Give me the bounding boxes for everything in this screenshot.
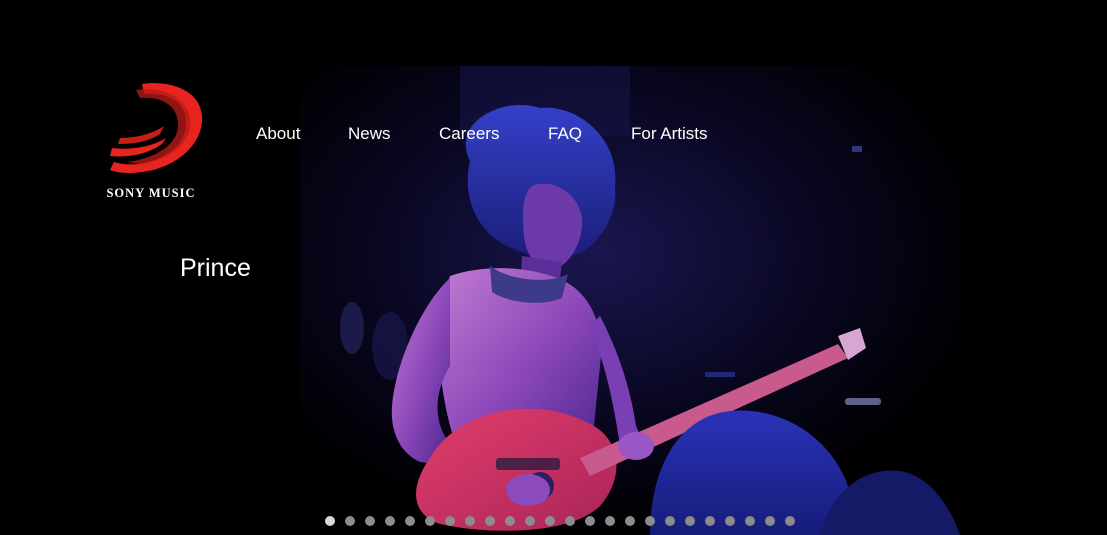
carousel-dot[interactable] (785, 516, 795, 526)
nav-item-careers: Careers (439, 124, 548, 144)
carousel-pagination (325, 516, 795, 526)
nav-link-careers[interactable]: Careers (439, 124, 548, 144)
carousel-dot[interactable] (705, 516, 715, 526)
carousel-dot[interactable] (445, 516, 455, 526)
carousel-dot[interactable] (745, 516, 755, 526)
carousel-dot[interactable] (365, 516, 375, 526)
nav-item-about: About (256, 124, 348, 144)
nav-item-for-artists: For Artists (631, 124, 731, 144)
nav-item-news: News (348, 124, 439, 144)
logo-text: SONY MUSIC (106, 186, 196, 200)
nav-link-for-artists[interactable]: For Artists (631, 124, 731, 144)
carousel-dot[interactable] (465, 516, 475, 526)
carousel-dot[interactable] (665, 516, 675, 526)
carousel-dot[interactable] (385, 516, 395, 526)
carousel-dot[interactable] (425, 516, 435, 526)
carousel-dot[interactable] (765, 516, 775, 526)
sony-music-brush-icon (110, 83, 203, 174)
carousel-dot[interactable] (605, 516, 615, 526)
carousel-dot[interactable] (485, 516, 495, 526)
carousel-dot[interactable] (505, 516, 515, 526)
carousel-dot[interactable] (565, 516, 575, 526)
page: SONY MUSIC About News Careers FAQ For Ar… (0, 0, 1107, 535)
hero-artist-name[interactable]: Prince (180, 254, 251, 283)
nav-link-news[interactable]: News (348, 124, 439, 144)
carousel-dot[interactable] (325, 516, 335, 526)
carousel-dot[interactable] (645, 516, 655, 526)
carousel-dot[interactable] (725, 516, 735, 526)
carousel-dot[interactable] (545, 516, 555, 526)
carousel-dot[interactable] (685, 516, 695, 526)
carousel-dot[interactable] (585, 516, 595, 526)
nav-link-faq[interactable]: FAQ (548, 124, 631, 144)
nav-item-faq: FAQ (548, 124, 631, 144)
carousel-dot[interactable] (405, 516, 415, 526)
carousel-dot[interactable] (525, 516, 535, 526)
nav-link-about[interactable]: About (256, 124, 348, 144)
carousel-dot[interactable] (625, 516, 635, 526)
main-nav: About News Careers FAQ For Artists (256, 124, 731, 144)
carousel-dot[interactable] (345, 516, 355, 526)
sony-music-logo[interactable]: SONY MUSIC (90, 78, 212, 204)
